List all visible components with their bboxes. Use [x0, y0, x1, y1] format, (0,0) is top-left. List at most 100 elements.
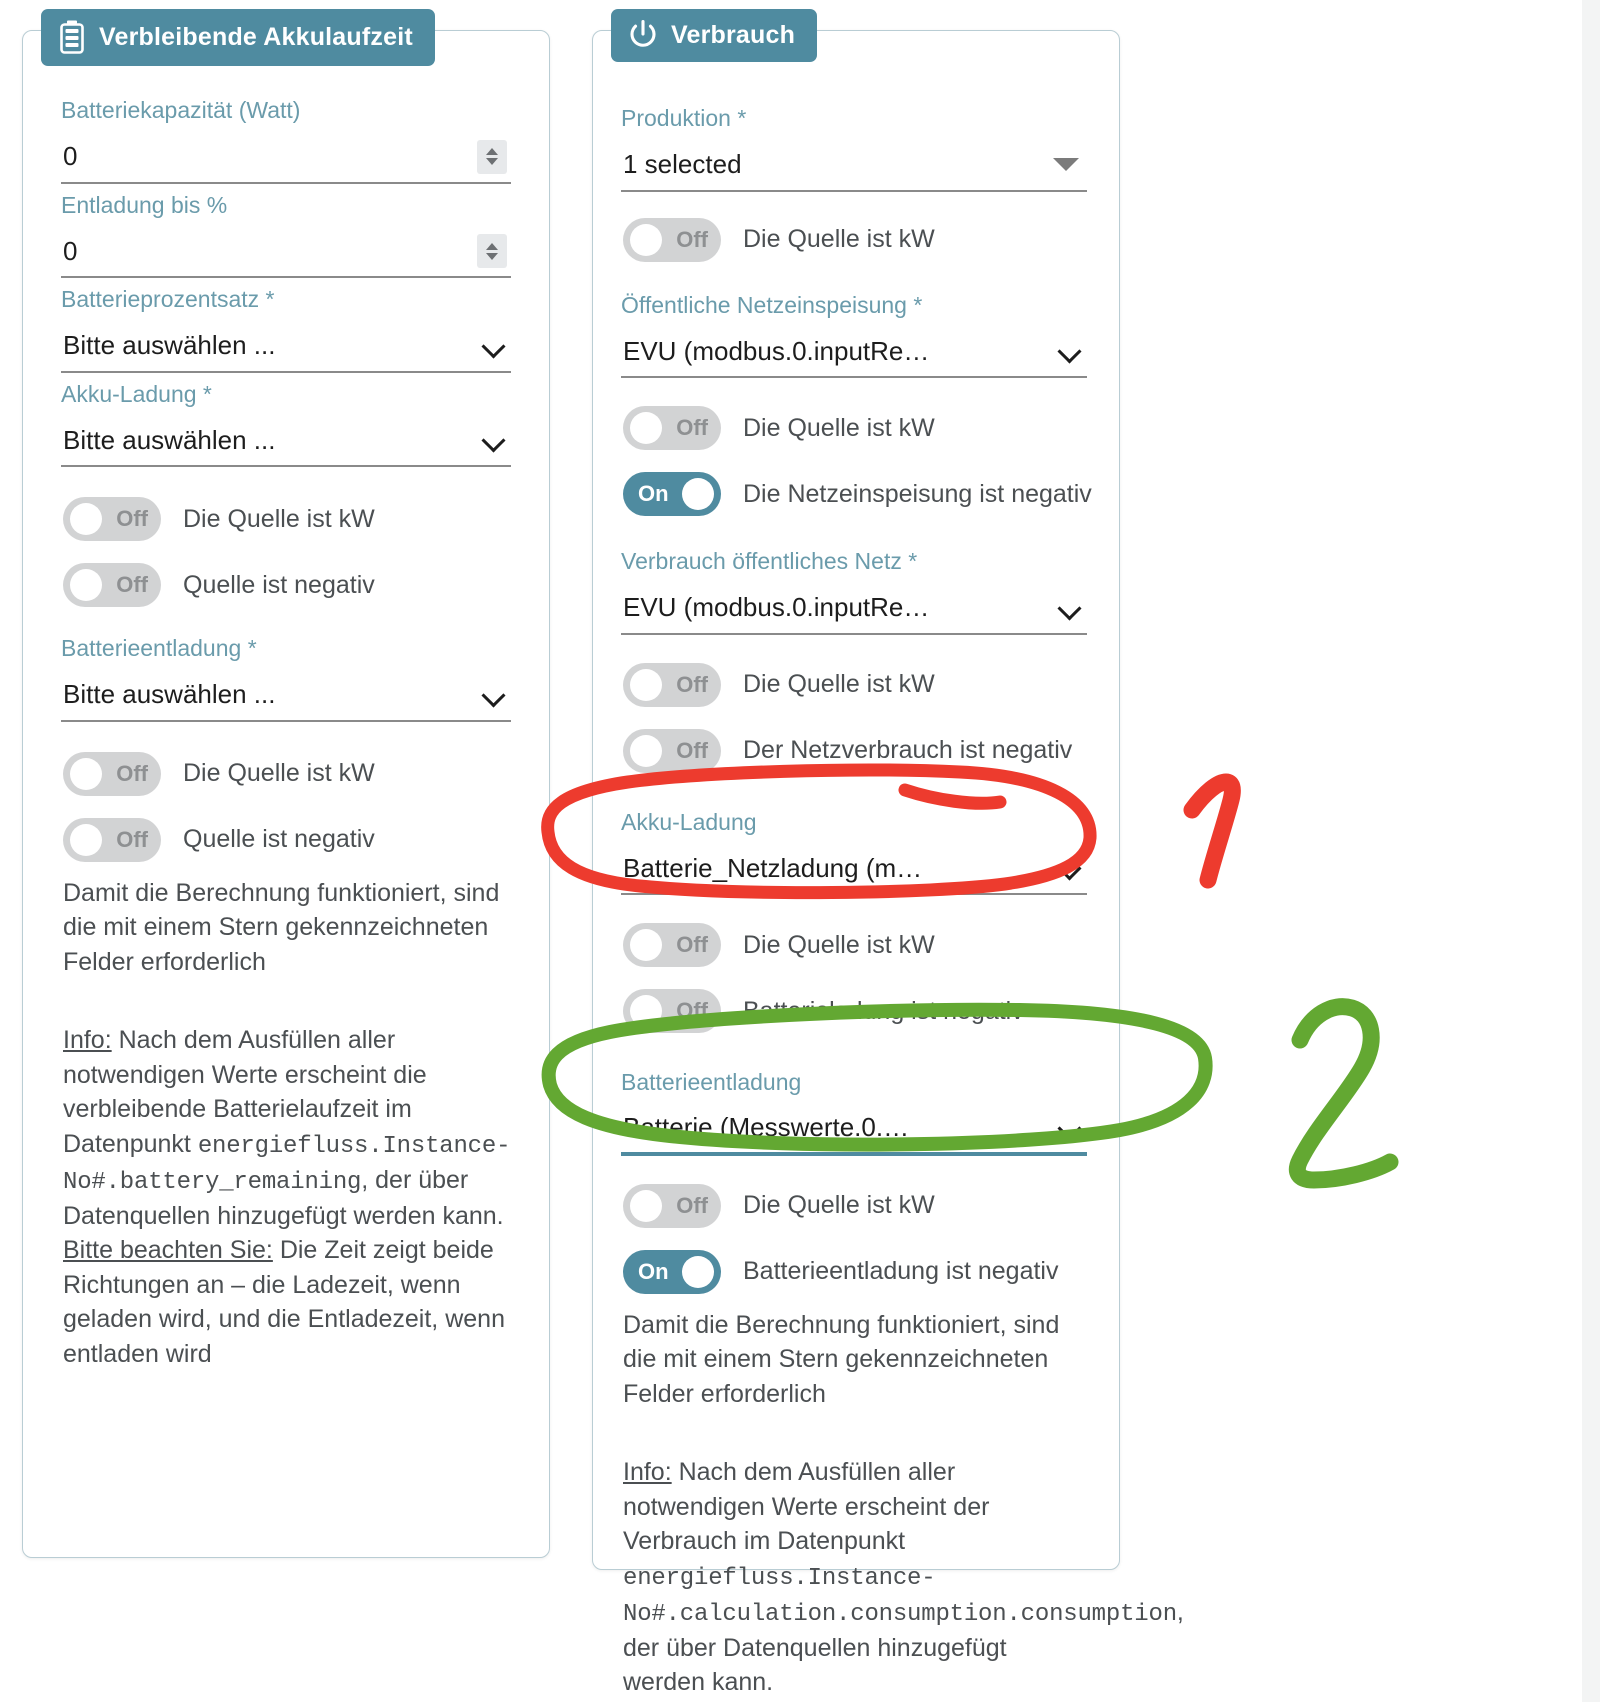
- batterieentladung-select[interactable]: Bitte auswählen ...: [61, 670, 511, 722]
- akku-ladung-select[interactable]: Bitte auswählen ...: [61, 415, 511, 467]
- toggle-state: Off: [676, 671, 708, 697]
- batteriekapazitaet-input[interactable]: 0: [61, 132, 511, 184]
- field-verbrauch-oeffentliches-netz: Verbrauch öffentliches Netz * EVU (modbu…: [621, 544, 1087, 635]
- toggle-quelle-ist-kw[interactable]: Off: [623, 217, 721, 262]
- stepper-down-icon[interactable]: [486, 252, 498, 260]
- field-entladung-bis-prozent: Entladung bis % 0: [61, 188, 511, 278]
- select-value: EVU (modbus.0.inputRe…: [623, 592, 930, 622]
- toggle-row-quelle-kw-entladung: Off Die Quelle ist kW: [63, 751, 511, 796]
- number-stepper[interactable]: [477, 139, 507, 174]
- toggle-knob: [630, 734, 662, 767]
- toggle-netzeinspeisung-ist-negativ[interactable]: On: [623, 472, 721, 516]
- panel-legend-title: Verbrauch: [671, 20, 796, 49]
- toggle-knob: [630, 1189, 662, 1222]
- toggle-batterieladung-ist-negativ[interactable]: Off: [623, 989, 721, 1033]
- field-label: Batterieentladung: [621, 1069, 802, 1095]
- panel-legend-consumption: Verbrauch: [611, 9, 818, 62]
- toggle-state: Off: [676, 998, 708, 1023]
- chevron-down-icon[interactable]: [483, 684, 505, 706]
- field-batteriekapazitaet: Batteriekapazität (Watt) 0: [61, 93, 511, 184]
- toggle-label: Die Quelle ist kW: [743, 225, 935, 253]
- chevron-down-icon[interactable]: [1059, 1117, 1081, 1139]
- toggle-row-quelle-negativ-ladung: Off Quelle ist negativ: [63, 563, 511, 607]
- field-label: Akku-Ladung: [621, 808, 757, 835]
- number-stepper[interactable]: [477, 234, 507, 268]
- stepper-up-icon[interactable]: [486, 148, 498, 155]
- stepper-up-icon[interactable]: [486, 242, 498, 250]
- input-value: 0: [63, 141, 78, 171]
- annotation-marker-two: [1288, 998, 1399, 1189]
- toggle-row-quelle-kw-ladung: Off Die Quelle ist kW: [63, 497, 511, 541]
- toggle-quelle-ist-kw[interactable]: Off: [63, 497, 161, 541]
- select-value: Bitte auswählen ...: [63, 424, 276, 455]
- toggle-knob: [70, 503, 102, 535]
- netzverbrauch-select[interactable]: EVU (modbus.0.inputRe…: [621, 583, 1087, 635]
- select-value: EVU (modbus.0.inputRe…: [623, 335, 930, 366]
- toggle-knob: [630, 223, 662, 256]
- chevron-down-icon[interactable]: [1059, 340, 1081, 362]
- chevron-down-icon[interactable]: [1059, 857, 1081, 879]
- toggle-label: Batterieladung ist negativ: [743, 996, 1024, 1025]
- required-fields-note: Damit die Berechnung funktioniert, sind …: [623, 1310, 1060, 1408]
- toggle-state: Off: [116, 506, 148, 531]
- toggle-label: Die Quelle ist kW: [743, 930, 935, 959]
- toggle-row-quelle-negativ-entladung: Off Quelle ist negativ: [63, 817, 511, 862]
- toggle-quelle-ist-kw[interactable]: Off: [623, 1183, 721, 1228]
- netzeinspeisung-select[interactable]: EVU (modbus.0.inputRe…: [621, 326, 1087, 378]
- toggle-quelle-ist-kw[interactable]: Off: [63, 751, 161, 796]
- toggle-label: Batterieentladung ist negativ: [743, 1257, 1059, 1285]
- akku-ladung-select[interactable]: Batterie_Netzladung (m…: [621, 843, 1087, 895]
- field-label: Batteriekapazität (Watt): [61, 97, 301, 123]
- toggle-state: On: [638, 1258, 669, 1284]
- toggle-quelle-ist-kw[interactable]: Off: [623, 923, 721, 967]
- toggle-quelle-ist-kw[interactable]: Off: [623, 406, 721, 450]
- toggle-knob: [630, 929, 662, 961]
- toggle-state: Off: [676, 1192, 708, 1218]
- field-produktion: Produktion * 1 selected: [621, 101, 1087, 192]
- field-label: Batterieprozentsatz *: [61, 286, 275, 312]
- panel-verbrauch: Verbrauch Produktion * 1 selected Off Di…: [592, 9, 1184, 1696]
- annotation-marker-one: [1183, 773, 1241, 889]
- toggle-state: Off: [116, 572, 148, 597]
- toggle-state: Off: [676, 415, 708, 440]
- toggle-knob: [682, 478, 714, 510]
- panel-verbleibende-akkulaufzeit: Verbleibende Akkulaufzeit Batteriekapazi…: [22, 9, 550, 1558]
- toggle-label: Die Quelle ist kW: [183, 759, 375, 787]
- field-label: Akku-Ladung *: [61, 380, 212, 407]
- chevron-down-icon[interactable]: [1059, 597, 1081, 619]
- toggle-label: Der Netzverbrauch ist negativ: [743, 736, 1073, 764]
- field-oeffentliche-netzeinspeisung: Öffentliche Netzeinspeisung * EVU (modbu…: [621, 288, 1087, 378]
- field-batterieentladung: Batterieentladung Batterie (Messwerte.0.…: [621, 1065, 1087, 1156]
- toggle-row-entladung-kw: Off Die Quelle ist kW: [623, 1183, 1087, 1228]
- info-paragraph: Info: Nach dem Ausfüllen aller notwendig…: [623, 1455, 1184, 1700]
- field-batterieprozentsatz: Batterieprozentsatz * Bitte auswählen ..…: [61, 282, 511, 373]
- toggle-label: Die Netzeinspeisung ist negativ: [743, 479, 1092, 508]
- toggle-row-netzverbrauch-kw: Off Die Quelle ist kW: [623, 662, 1087, 707]
- toggle-quelle-ist-negativ[interactable]: Off: [63, 563, 161, 607]
- power-icon: [629, 20, 657, 50]
- panel-legend-battery: Verbleibende Akkulaufzeit: [41, 9, 435, 66]
- batterieentladung-select[interactable]: Batterie (Messwerte.0.…: [621, 1104, 1087, 1156]
- field-akku-ladung: Akku-Ladung * Bitte auswählen ...: [61, 377, 511, 467]
- select-value: Batterie (Messwerte.0.…: [623, 1112, 910, 1142]
- field-batterieentladung: Batterieentladung * Bitte auswählen ...: [61, 631, 511, 722]
- chevron-down-icon[interactable]: [483, 429, 505, 451]
- toggle-state: Off: [676, 932, 708, 957]
- toggle-state: Off: [116, 826, 148, 852]
- stepper-down-icon[interactable]: [486, 158, 498, 165]
- toggle-row-batterieentladung-negativ: On Batterieentladung ist negativ: [623, 1249, 1087, 1294]
- toggle-label: Die Quelle ist kW: [743, 1191, 935, 1219]
- entladung-bis-input[interactable]: 0: [61, 226, 511, 278]
- batterieprozentsatz-select[interactable]: Bitte auswählen ...: [61, 321, 511, 373]
- toggle-netzverbrauch-ist-negativ[interactable]: Off: [623, 728, 721, 773]
- chevron-down-icon[interactable]: [483, 335, 505, 357]
- toggle-quelle-ist-kw[interactable]: Off: [623, 662, 721, 707]
- toggle-batterieentladung-ist-negativ[interactable]: On: [623, 1249, 721, 1294]
- toggle-state: Off: [116, 760, 148, 786]
- toggle-quelle-ist-negativ[interactable]: Off: [63, 817, 161, 862]
- toggle-row-einspeisung-negativ: On Die Netzeinspeisung ist negativ: [623, 472, 1092, 516]
- field-label: Entladung bis %: [61, 191, 228, 218]
- caret-down-icon[interactable]: [1053, 158, 1079, 171]
- toggle-knob: [682, 1255, 714, 1288]
- produktion-multiselect[interactable]: 1 selected: [621, 140, 1087, 192]
